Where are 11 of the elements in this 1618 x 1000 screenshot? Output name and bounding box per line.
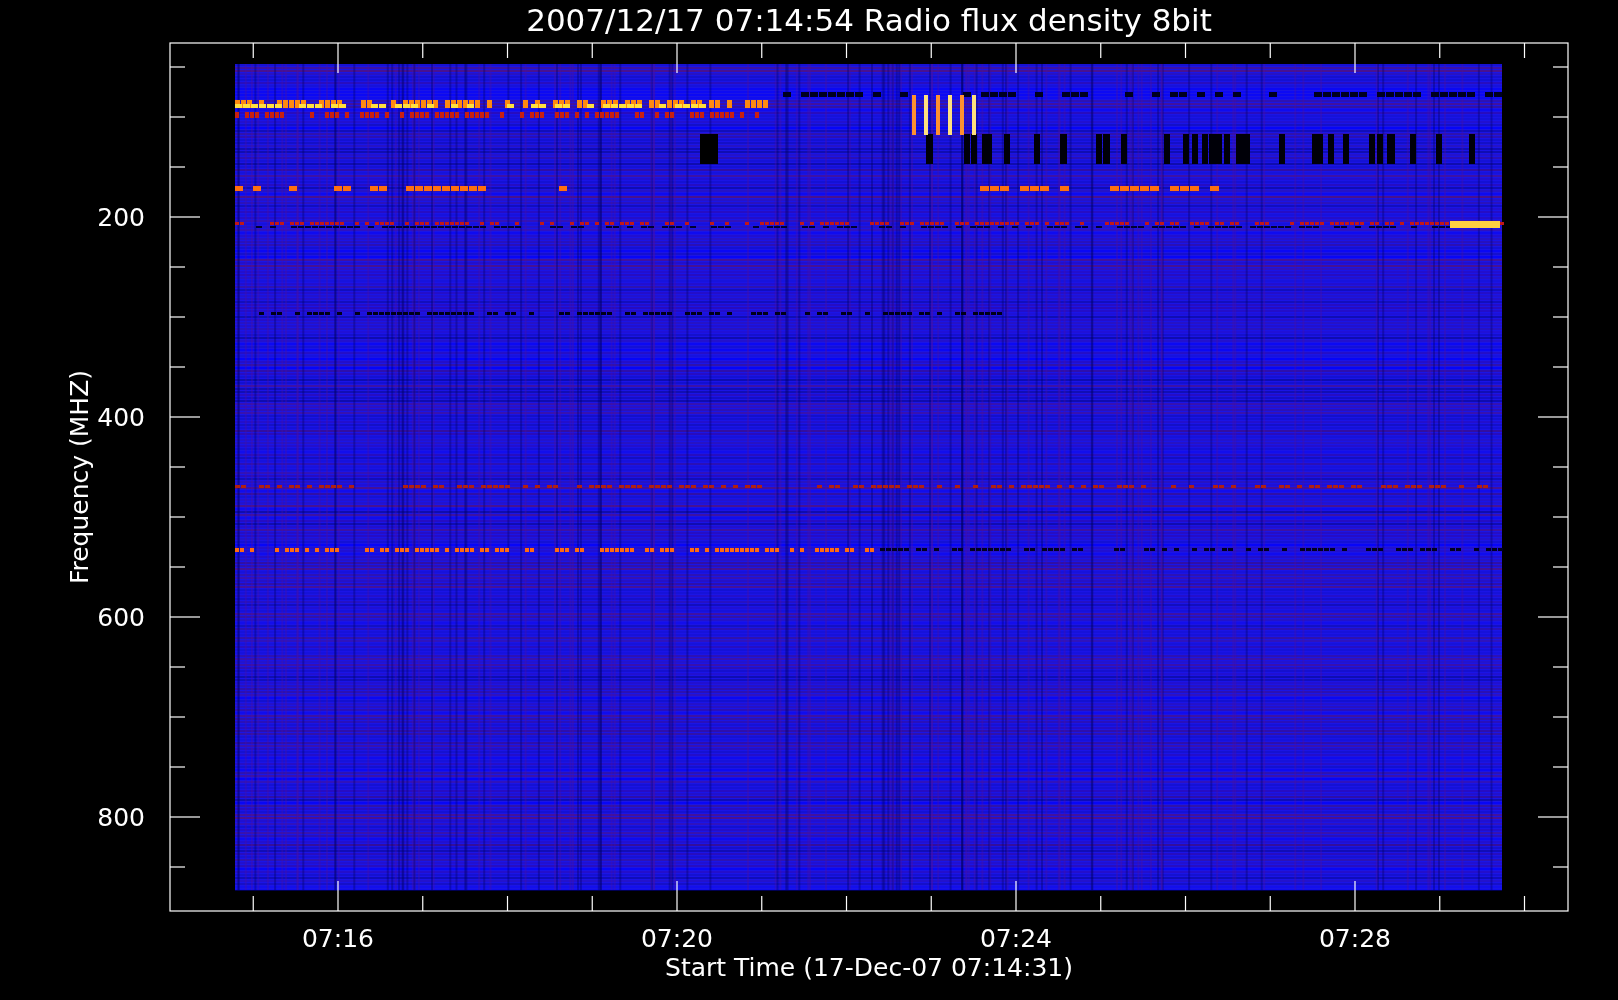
x-tick-label: 07:20 bbox=[641, 924, 713, 953]
x-tick-label: 07:28 bbox=[1319, 924, 1391, 953]
y-tick-label: 200 bbox=[97, 203, 145, 232]
x-tick-label: 07:16 bbox=[302, 924, 374, 953]
y-tick-label: 800 bbox=[97, 803, 145, 832]
x-axis-label: Start Time (17-Dec-07 07:14:31) bbox=[665, 953, 1073, 982]
x-tick-label: 07:24 bbox=[980, 924, 1052, 953]
y-tick-label: 600 bbox=[97, 603, 145, 632]
chart-title: 2007/12/17 07:14:54 Radio flux density 8bit bbox=[526, 2, 1212, 38]
y-tick-label: 400 bbox=[97, 403, 145, 432]
y-axis-label: Frequency (MHZ) bbox=[65, 369, 94, 585]
